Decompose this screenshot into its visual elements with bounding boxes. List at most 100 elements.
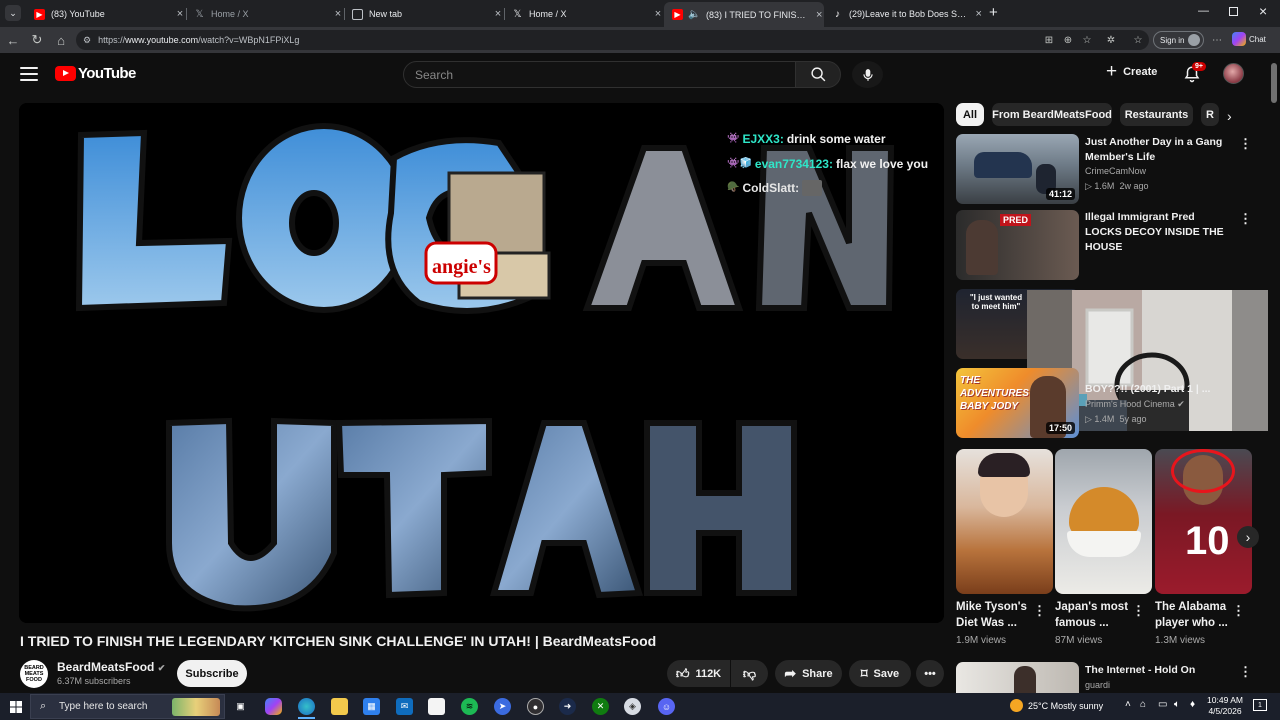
spotify-icon[interactable]: ≋ — [461, 698, 478, 715]
show-hidden-icons-chevron-icon[interactable]: ˄ — [1125, 699, 1131, 710]
recommendation-thumbnail[interactable]: PRED — [956, 210, 1079, 280]
notifications-center-icon[interactable]: 1 — [1253, 699, 1267, 711]
chip-more[interactable]: R — [1201, 103, 1219, 126]
close-tab-icon[interactable]: × — [332, 8, 344, 20]
volume-icon[interactable]: 🔈︎ — [1174, 699, 1180, 710]
minimize-window-button[interactable]: — — [1198, 5, 1209, 17]
app-arrow-icon[interactable]: ➜ — [559, 698, 576, 715]
shorts-next-chevron-icon[interactable]: › — [1237, 526, 1259, 548]
channel-avatar[interactable]: BEARD MEATS FOOD — [20, 660, 48, 688]
install-app-icon[interactable]: ⊞ — [1042, 33, 1056, 47]
menu-hamburger-icon[interactable] — [20, 67, 38, 81]
search-input[interactable]: Search — [403, 61, 796, 88]
home-icon[interactable]: ⌂ — [53, 32, 69, 48]
weather-widget[interactable]: 25°C Mostly sunny — [1010, 699, 1103, 712]
obs-icon[interactable]: ● — [527, 698, 544, 715]
channel-name[interactable]: BeardMeatsFood ✔ — [57, 660, 165, 674]
scrollbar-thumb[interactable] — [1271, 63, 1277, 103]
short-menu-icon[interactable]: ⋮ — [1231, 603, 1245, 618]
file-explorer-icon[interactable] — [331, 698, 348, 715]
system-clock[interactable]: 10:49 AM 4/5/2026 — [1205, 695, 1245, 717]
dislike-button[interactable]: 👎︎ — [731, 660, 768, 687]
chip-restaurants[interactable]: Restaurants — [1120, 103, 1193, 126]
recommendation-menu-icon[interactable]: ⋮ — [1238, 136, 1252, 151]
close-tab-icon[interactable]: × — [974, 8, 984, 20]
bookmark-star-icon[interactable]: ☆ — [1080, 33, 1094, 47]
recommendation-thumbnail[interactable]: 41:12 — [956, 134, 1079, 204]
save-button[interactable]: ⌑ Save — [849, 660, 911, 687]
notepad-icon[interactable] — [428, 698, 445, 715]
new-tab-button[interactable]: + — [989, 4, 998, 21]
recommendation-title[interactable]: Illegal Immigrant Pred LOCKS DECOY INSID… — [1085, 210, 1225, 255]
recommendation-thumbnail[interactable]: THE ADVENTURES BABY JODY 17:50 — [956, 368, 1079, 438]
chip-from-channel[interactable]: From BeardMeatsFood — [992, 103, 1112, 126]
browser-tab-active-video[interactable]: ▶ 🔈 (83) I TRIED TO FINISH THE LE × — [664, 2, 824, 27]
video-player[interactable]: angie's 👾 EJXX3: drink some water 👾🧊 eva… — [19, 103, 944, 623]
search-button[interactable] — [795, 61, 841, 88]
recommendation-title[interactable]: Just Another Day in a Gang Member's Life — [1085, 135, 1225, 165]
short-thumbnail[interactable] — [1055, 449, 1152, 594]
speaker-icon[interactable]: 🔈 — [688, 9, 700, 20]
maximize-window-button[interactable] — [1229, 7, 1238, 16]
recommendation-channel[interactable]: guardi — [1085, 680, 1110, 690]
favorites-icon[interactable]: ☆ — [1131, 33, 1145, 47]
extensions-icon[interactable]: ✲ — [1104, 33, 1118, 47]
create-button[interactable]: + Create — [1106, 62, 1157, 81]
app-shield-icon[interactable]: ◈ — [624, 698, 641, 715]
short-menu-icon[interactable]: ⋮ — [1131, 603, 1145, 618]
recommendation-title[interactable]: The Internet - Hold On — [1085, 663, 1225, 678]
recommendation-thumbnail[interactable] — [956, 662, 1079, 693]
short-menu-icon[interactable]: ⋮ — [1032, 603, 1046, 618]
tab-search-button[interactable]: ⌄ — [5, 5, 21, 21]
taskbar-search-box[interactable]: ⌕ Type here to search — [30, 694, 225, 719]
voice-search-button[interactable] — [852, 61, 883, 88]
copilot-chat-button[interactable]: Chat — [1232, 32, 1266, 46]
discord-icon[interactable]: ☺ — [658, 698, 675, 715]
xbox-icon[interactable]: ✕ — [592, 698, 609, 715]
back-arrow-icon[interactable]: ← — [5, 32, 21, 48]
short-title[interactable]: The Alabama player who ... — [1155, 599, 1235, 631]
app-blue-icon[interactable]: ➤ — [494, 698, 511, 715]
browser-tab-x-home-2[interactable]: 𝕏 Home / X × — [504, 3, 664, 25]
short-title[interactable]: Japan's most famous ... — [1055, 599, 1135, 631]
like-button[interactable]: 👍︎ 112K — [667, 660, 730, 687]
browser-tab-youtube[interactable]: ▶ (83) YouTube × — [26, 3, 186, 25]
battery-icon[interactable]: ▭ — [1158, 699, 1167, 710]
recommendation-menu-icon[interactable]: ⋮ — [1238, 664, 1252, 679]
browser-tab-x-home-1[interactable]: 𝕏 Home / X × — [186, 3, 344, 25]
network-icon[interactable]: ⌂ — [1140, 699, 1146, 710]
short-title[interactable]: Mike Tyson's Diet Was ... — [956, 599, 1036, 631]
site-info-icon[interactable]: ⚙ — [83, 35, 91, 46]
edge-browser-icon[interactable] — [298, 698, 315, 715]
more-actions-button[interactable]: ••• — [916, 660, 944, 687]
recommendation-title[interactable]: BOY??!! (2001) Part 1 | ... — [1085, 382, 1225, 397]
subscribe-button[interactable]: Subscribe — [177, 660, 247, 687]
close-tab-icon[interactable]: × — [652, 8, 664, 20]
close-tab-icon[interactable]: × — [174, 8, 186, 20]
microphone-tray-icon[interactable]: ♦ — [1190, 699, 1195, 710]
reload-icon[interactable]: ↻ — [29, 32, 45, 48]
recommendation-channel[interactable]: Primm's Hood Cinema ✔ — [1085, 399, 1185, 410]
recommendation-channel[interactable]: CrimeCamNow — [1085, 166, 1146, 176]
outlook-icon[interactable]: ✉ — [396, 698, 413, 715]
youtube-logo[interactable]: YouTube — [55, 65, 136, 82]
address-bar[interactable]: ⚙ https://www.youtube.com/watch?v=WBpN1F… — [76, 30, 1149, 50]
microsoft-store-icon[interactable]: ▦ — [363, 698, 380, 715]
windows-start-icon[interactable] — [7, 698, 24, 715]
browser-tab-tiktok[interactable]: ♪ (29)Leave it to Bob Does Sports to × — [824, 3, 984, 25]
sign-in-button[interactable]: Sign in — [1153, 31, 1205, 49]
short-thumbnail[interactable] — [956, 449, 1053, 594]
close-tab-icon[interactable]: × — [492, 8, 504, 20]
close-tab-icon[interactable]: × — [814, 9, 824, 21]
page-scrollbar[interactable] — [1268, 53, 1280, 693]
short-thumbnail[interactable]: 10 — [1155, 449, 1252, 594]
zoom-icon[interactable]: ⊕ — [1061, 33, 1075, 47]
share-button[interactable]: ➦ Share — [775, 660, 842, 687]
account-avatar[interactable] — [1223, 63, 1244, 84]
task-view-icon[interactable]: ▣ — [232, 698, 249, 715]
close-window-button[interactable]: × — [1259, 3, 1267, 19]
browser-tab-new-tab[interactable]: New tab × — [344, 3, 504, 25]
copilot-taskbar-icon[interactable] — [265, 698, 282, 715]
recommendation-menu-icon[interactable]: ⋮ — [1238, 211, 1252, 226]
chips-next-chevron-icon[interactable]: › — [1227, 108, 1232, 124]
